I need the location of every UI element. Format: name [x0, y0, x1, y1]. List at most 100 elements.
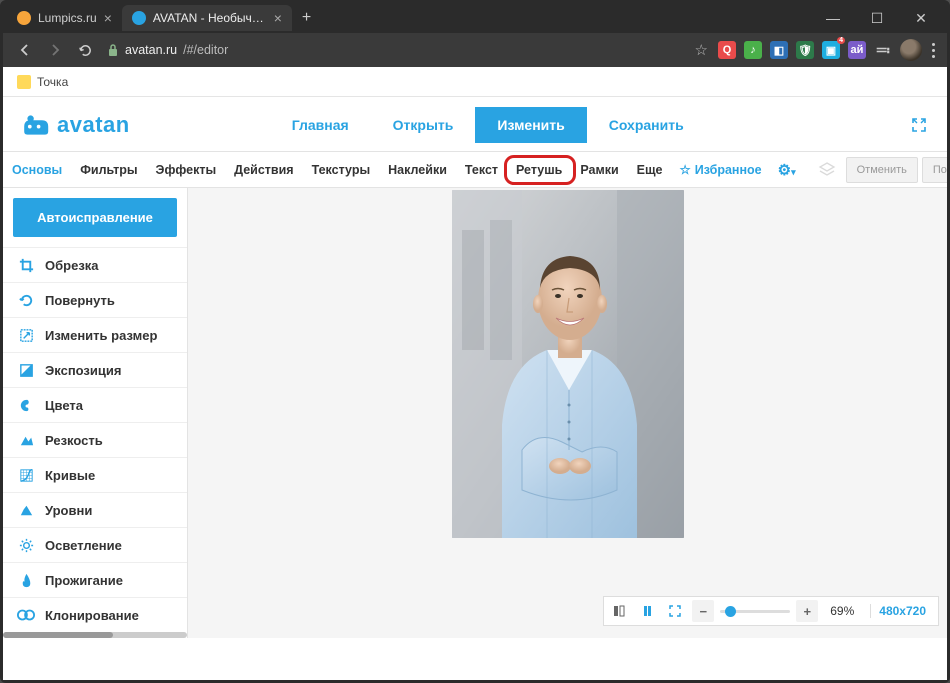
flip-h-icon[interactable] [608, 600, 630, 622]
forward-button[interactable] [43, 38, 67, 62]
clone-icon [17, 606, 35, 624]
rotate-icon [17, 291, 35, 309]
sidebar-item-label: Уровни [45, 503, 92, 518]
sidebar-item-colors[interactable]: Цвета [3, 387, 187, 422]
close-tab-icon[interactable]: × [104, 10, 112, 26]
toolbar-item-more[interactable]: Еще [628, 153, 672, 187]
sidebar-item-lighten[interactable]: Осветление [3, 527, 187, 562]
flame-icon [17, 571, 35, 589]
toolbar-item-frames[interactable]: Рамки [571, 153, 627, 187]
sharpness-icon [17, 431, 35, 449]
extension-icon[interactable]: ▣4 [822, 41, 840, 59]
sidebar-item-label: Кривые [45, 468, 95, 483]
star-icon: ☆ [680, 162, 691, 177]
url-display[interactable]: avatan.ru /#/editor [107, 43, 685, 57]
sidebar-item-burn[interactable]: Прожигание [3, 562, 187, 597]
profile-avatar[interactable] [900, 39, 922, 61]
favicon-icon [132, 11, 146, 25]
zoom-out-button[interactable]: − [692, 600, 714, 622]
logo-text: avatan [57, 112, 130, 138]
extension-icon[interactable]: 🛡 [796, 41, 814, 59]
toolbar-item-retouch[interactable]: Ретушь [507, 153, 571, 187]
editor-canvas[interactable]: − + 69% 480x720 [188, 188, 947, 638]
toolbar-item-effects[interactable]: Эффекты [147, 153, 226, 187]
sidebar-item-exposure[interactable]: Экспозиция [3, 352, 187, 387]
sidebar-item-resize[interactable]: Изменить размер [3, 317, 187, 352]
browser-tab[interactable]: AVATAN - Необычный Фоторед... × [122, 5, 292, 31]
tab-title: Lumpics.ru [38, 11, 97, 25]
bookmark-item[interactable]: Точка [37, 75, 68, 89]
sun-icon [17, 536, 35, 554]
sidebar-item-label: Клонирование [45, 608, 139, 623]
flip-v-icon[interactable] [636, 600, 658, 622]
sidebar-item-curves[interactable]: Кривые [3, 457, 187, 492]
minimize-button[interactable]: — [811, 3, 855, 33]
sidebar-item-levels[interactable]: Уровни [3, 492, 187, 527]
nav-save[interactable]: Сохранить [587, 107, 706, 143]
toolbar-item-basics[interactable]: Основы [3, 153, 71, 187]
bookmark-folder-icon [17, 75, 31, 89]
zoom-slider[interactable] [720, 610, 790, 613]
zoom-in-button[interactable]: + [796, 600, 818, 622]
toolbar-fav-label: Избранное [695, 163, 762, 177]
toolbar-favorites[interactable]: ☆ Избранное [672, 152, 770, 187]
avatan-logo[interactable]: avatan [21, 112, 130, 138]
toolbar-item-filters[interactable]: Фильтры [71, 153, 146, 187]
new-tab-button[interactable]: + [292, 9, 321, 27]
app-header: avatan Главная Открыть Изменить Сохранит… [3, 97, 947, 151]
sidebar-item-crop[interactable]: Обрезка [3, 247, 187, 282]
redo-button[interactable]: Повторить [922, 157, 947, 183]
editor-toolbar: Основы Фильтры Эффекты Действия Текстуры… [3, 151, 947, 188]
nav-open[interactable]: Открыть [371, 107, 476, 143]
extension-icon[interactable]: ♪ [744, 41, 762, 59]
reading-list-icon[interactable]: ≕ [874, 41, 892, 59]
url-host: avatan.ru [125, 43, 177, 57]
nav-edit[interactable]: Изменить [475, 107, 586, 143]
sidebar-item-sharpness[interactable]: Резкость [3, 422, 187, 457]
star-icon[interactable]: ☆ [695, 41, 708, 59]
sidebar: Автоисправление Обрезка Повернуть Измени… [3, 188, 188, 638]
sidebar-item-label: Обрезка [45, 258, 99, 273]
autofix-button[interactable]: Автоисправление [13, 198, 177, 237]
browser-menu-button[interactable] [930, 41, 937, 60]
url-path: /#/editor [183, 43, 228, 57]
exposure-icon [17, 361, 35, 379]
close-window-button[interactable]: ✕ [899, 3, 943, 33]
maximize-button[interactable]: ☐ [855, 3, 899, 33]
logo-icon [21, 112, 53, 138]
toolbar-item-textures[interactable]: Текстуры [303, 153, 380, 187]
zoom-percent: 69% [824, 604, 860, 618]
toolbar-item-actions[interactable]: Действия [225, 153, 302, 187]
sidebar-item-label: Цвета [45, 398, 83, 413]
curves-icon [17, 466, 35, 484]
lock-icon [107, 43, 119, 57]
back-button[interactable] [13, 38, 37, 62]
extension-icon[interactable]: ай [848, 41, 866, 59]
sidebar-scrollbar[interactable] [3, 632, 187, 638]
fit-screen-icon[interactable] [664, 600, 686, 622]
extension-icon[interactable]: Q [718, 41, 736, 59]
browser-tab[interactable]: Lumpics.ru × [7, 5, 122, 31]
undo-button[interactable]: Отменить [846, 157, 918, 183]
tab-title: AVATAN - Необычный Фоторед... [153, 11, 267, 25]
editor-body: Автоисправление Обрезка Повернуть Измени… [3, 188, 947, 638]
toolbar-item-stickers[interactable]: Наклейки [379, 153, 456, 187]
sidebar-item-rotate[interactable]: Повернуть [3, 282, 187, 317]
sidebar-item-label: Прожигание [45, 573, 123, 588]
window-titlebar: Lumpics.ru × AVATAN - Необычный Фоторед.… [3, 3, 947, 33]
canvas-statusbar: − + 69% 480x720 [603, 596, 939, 626]
image-dimensions: 480x720 [870, 604, 934, 618]
sidebar-item-label: Резкость [45, 433, 103, 448]
reload-button[interactable] [73, 38, 97, 62]
toolbar-item-text[interactable]: Текст [456, 153, 507, 187]
settings-button[interactable]: ⚙▾ [770, 161, 804, 179]
zoom-slider-thumb[interactable] [725, 606, 736, 617]
sidebar-item-clone[interactable]: Клонирование [3, 597, 187, 632]
extension-icon[interactable]: ◧ [770, 41, 788, 59]
address-bar: avatan.ru /#/editor ☆ Q ♪ ◧ 🛡 ▣4 ай ≕ [3, 33, 947, 67]
photo-preview[interactable] [452, 190, 684, 538]
sidebar-item-label: Повернуть [45, 293, 115, 308]
nav-home[interactable]: Главная [270, 107, 371, 143]
fullscreen-button[interactable] [911, 117, 927, 133]
close-tab-icon[interactable]: × [274, 10, 282, 26]
